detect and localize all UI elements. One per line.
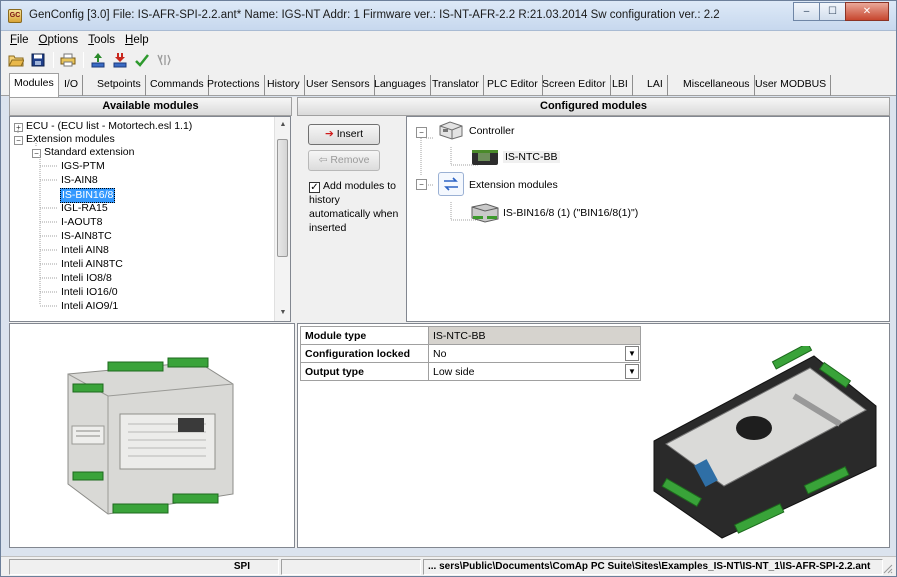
tab-translator[interactable]: Translator: [428, 75, 484, 96]
insert-button[interactable]: ➔ Insert: [308, 124, 380, 145]
wizard-icon[interactable]: [155, 51, 173, 69]
table-row: Output type Low side ▼: [300, 362, 641, 381]
tab-user-modbus[interactable]: User MODBUS: [751, 75, 832, 96]
tree-node-extension-modules[interactable]: Extension modules: [469, 179, 558, 191]
table-row: Module type IS-NTC-BB: [300, 326, 641, 345]
title-bar: GC GenConfig [3.0] File: IS-AFR-SPI-2.2.…: [1, 1, 896, 31]
table-row: Configuration locked No ▼: [300, 344, 641, 363]
tab-miscellaneous[interactable]: Miscellaneous: [679, 75, 755, 96]
tab-plc-editor[interactable]: PLC Editor: [483, 75, 543, 96]
tab-user-sensors[interactable]: User Sensors: [302, 75, 375, 96]
tab-languages[interactable]: Languages: [370, 75, 431, 96]
status-empty-pane: [281, 559, 421, 575]
tree-connector-lines: [17, 130, 58, 307]
status-file-path: ... sers\Public\Documents\ComAp PC Suite…: [423, 559, 883, 575]
remove-button[interactable]: ⇦ Remove: [308, 150, 380, 171]
add-to-history-checkbox[interactable]: ✓: [309, 182, 320, 193]
extension-modules-icon: [438, 172, 464, 196]
module-image-panel: [9, 323, 295, 548]
properties-table: Module type IS-NTC-BB Configuration lock…: [300, 326, 641, 381]
save-icon[interactable]: [29, 51, 47, 69]
tab-lbi[interactable]: LBI: [608, 75, 633, 96]
resize-grip-icon[interactable]: [881, 562, 893, 574]
app-window: GC GenConfig [3.0] File: IS-AFR-SPI-2.2.…: [0, 0, 897, 577]
window-title: GenConfig [3.0] File: IS-AFR-SPI-2.2.ant…: [29, 9, 720, 21]
window-controls: – ☐ ✕: [793, 2, 889, 21]
scroll-up-arrow-icon[interactable]: ▲: [275, 117, 290, 133]
chevron-down-icon[interactable]: ▼: [625, 346, 639, 361]
tree-node-controller[interactable]: Controller: [469, 125, 515, 137]
tree-item-is-bin16-8[interactable]: IS-BIN16/8 (1) ("BIN16/8(1)"): [503, 207, 638, 219]
tab-commands[interactable]: Commands: [146, 75, 209, 96]
tab-io[interactable]: I/O: [60, 75, 84, 96]
is-ntc-bb-icon: [470, 147, 500, 167]
genconfig-app-icon: GC: [8, 9, 22, 23]
toolbar-separator: [53, 52, 54, 68]
download-icon[interactable]: [111, 51, 129, 69]
available-modules-header: Available modules: [9, 97, 292, 116]
is-bin16-8-icon: [470, 202, 500, 224]
menu-options[interactable]: Options: [34, 34, 84, 46]
property-key: Module type: [300, 326, 429, 345]
tab-screen-editor[interactable]: Screen Editor: [538, 75, 611, 96]
tab-setpoints[interactable]: Setpoints: [93, 75, 146, 96]
minimize-button[interactable]: –: [793, 2, 820, 21]
is-bin16-8-module-image: [67, 357, 234, 515]
scrollbar-thumb[interactable]: [277, 139, 288, 257]
tab-protections[interactable]: Protections: [203, 75, 265, 96]
configured-modules-tree: − Controller IS-NTC-BB − Extension modul…: [406, 116, 890, 322]
output-type-select[interactable]: Low side ▼: [428, 362, 641, 381]
right-arrow-icon: ➔: [325, 128, 334, 140]
tab-modules[interactable]: Modules: [9, 73, 59, 97]
scroll-down-arrow-icon[interactable]: ▼: [275, 305, 290, 321]
tab-lai[interactable]: LAI: [643, 75, 668, 96]
left-arrow-icon: ⇦: [318, 154, 328, 166]
open-folder-icon[interactable]: [7, 51, 25, 69]
collapse-icon[interactable]: −: [416, 179, 427, 190]
toolbar: [1, 48, 896, 72]
menu-bar: File Options Tools Help: [1, 31, 896, 48]
tree-item-module[interactable]: Inteli AIN8TC: [61, 258, 123, 271]
menu-tools[interactable]: Tools: [83, 34, 120, 46]
check-icon[interactable]: [133, 51, 151, 69]
status-mode: SPI: [9, 559, 279, 575]
module-properties-panel: Module type IS-NTC-BB Configuration lock…: [297, 323, 890, 548]
chevron-down-icon[interactable]: ▼: [625, 364, 639, 379]
toolbar-separator: [83, 52, 84, 68]
controller-icon: [438, 120, 464, 140]
maximize-button[interactable]: ☐: [819, 2, 846, 21]
menu-help[interactable]: Help: [120, 34, 154, 46]
configured-modules-header: Configured modules: [297, 97, 890, 116]
close-button[interactable]: ✕: [845, 2, 889, 21]
tree-item-is-ntc-bb[interactable]: IS-NTC-BB: [503, 151, 560, 163]
configuration-locked-select[interactable]: No ▼: [428, 344, 641, 363]
is-ntc-bb-controller-image: [653, 346, 877, 539]
collapse-icon[interactable]: −: [416, 127, 427, 138]
property-value: IS-NTC-BB: [428, 326, 641, 345]
print-icon[interactable]: [59, 51, 77, 69]
property-key: Output type: [300, 362, 429, 381]
menu-file[interactable]: File: [5, 34, 34, 46]
history-checkbox-label: Add modules to history automatically whe…: [309, 180, 399, 234]
upload-icon[interactable]: [89, 51, 107, 69]
modules-page: Available modules Configured modules + EC…: [9, 97, 890, 548]
tab-history[interactable]: History: [263, 75, 305, 96]
tab-bar: Modules I/O Setpoints Commands Protectio…: [1, 72, 896, 97]
property-key: Configuration locked: [300, 344, 429, 363]
history-checkbox-row[interactable]: ✓ Add modules to history automatically wh…: [309, 179, 401, 235]
status-bar: SPI ... sers\Public\Documents\ComAp PC S…: [1, 556, 896, 576]
tree-scrollbar[interactable]: ▲ ▼: [274, 117, 290, 321]
available-modules-tree: + ECU - (ECU list - Motortech.esl 1.1) − E…: [9, 116, 291, 322]
